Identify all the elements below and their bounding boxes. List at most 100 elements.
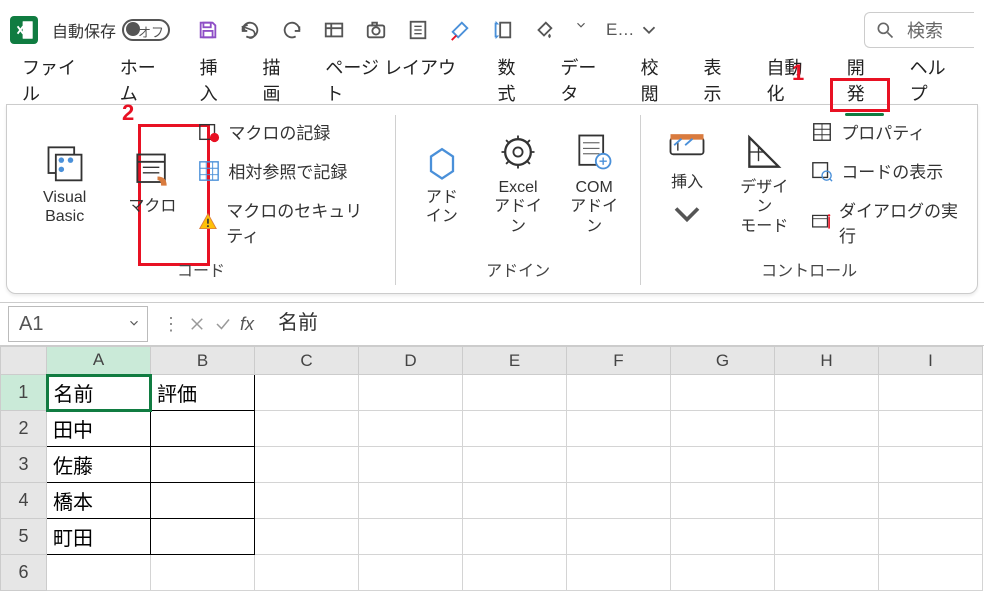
cell[interactable] bbox=[463, 519, 567, 555]
eraser-icon[interactable] bbox=[448, 18, 472, 42]
tab-formulas[interactable]: 数式 bbox=[483, 48, 546, 112]
cell[interactable] bbox=[359, 483, 463, 519]
visual-basic-button[interactable]: Visual Basic bbox=[17, 113, 112, 253]
cell[interactable] bbox=[359, 447, 463, 483]
insert-control-button[interactable]: 挿入 bbox=[651, 113, 723, 253]
cell-B3[interactable] bbox=[151, 447, 255, 483]
row-header[interactable]: 2 bbox=[1, 411, 47, 447]
tab-view[interactable]: 表示 bbox=[690, 48, 753, 112]
cell[interactable] bbox=[671, 555, 775, 591]
col-header[interactable]: B bbox=[151, 347, 255, 375]
select-all-corner[interactable] bbox=[1, 347, 47, 375]
cell[interactable] bbox=[255, 519, 359, 555]
formula-input[interactable]: 名前 bbox=[264, 306, 984, 342]
tab-data[interactable]: データ bbox=[546, 48, 626, 112]
fx-icon[interactable]: fx bbox=[240, 314, 254, 335]
cell[interactable] bbox=[775, 555, 879, 591]
spreadsheet-grid[interactable]: A B C D E F G H I 1 名前 評価 2 田中 3 佐藤 bbox=[0, 346, 984, 591]
cell[interactable] bbox=[671, 519, 775, 555]
view-code-button[interactable]: コードの表示 bbox=[805, 154, 967, 187]
cell-B2[interactable] bbox=[151, 411, 255, 447]
col-header[interactable]: C bbox=[255, 347, 359, 375]
chevron-down-icon[interactable] bbox=[574, 18, 588, 42]
row-header[interactable]: 6 bbox=[1, 555, 47, 591]
cell[interactable] bbox=[359, 519, 463, 555]
cell[interactable] bbox=[671, 411, 775, 447]
cell[interactable] bbox=[255, 447, 359, 483]
cell[interactable] bbox=[671, 483, 775, 519]
cell[interactable] bbox=[359, 555, 463, 591]
camera-icon[interactable] bbox=[364, 18, 388, 42]
cell[interactable] bbox=[255, 411, 359, 447]
tab-file[interactable]: ファイル bbox=[8, 48, 106, 112]
col-header[interactable]: D bbox=[359, 347, 463, 375]
cell-A4[interactable]: 橋本 bbox=[47, 483, 151, 519]
autosave-control[interactable]: 自動保存 オフ bbox=[52, 18, 170, 42]
tab-pagelayout[interactable]: ページ レイアウト bbox=[311, 48, 483, 112]
qat-icon-1[interactable] bbox=[322, 18, 346, 42]
cell-A5[interactable]: 町田 bbox=[47, 519, 151, 555]
tab-help[interactable]: ヘルプ bbox=[896, 48, 976, 112]
chevron-down-icon[interactable] bbox=[127, 313, 141, 336]
cell[interactable] bbox=[567, 375, 671, 411]
cell-B5[interactable] bbox=[151, 519, 255, 555]
cell[interactable] bbox=[567, 555, 671, 591]
cell[interactable] bbox=[879, 483, 983, 519]
row-header[interactable]: 5 bbox=[1, 519, 47, 555]
cell[interactable] bbox=[567, 483, 671, 519]
col-header[interactable]: A bbox=[47, 347, 151, 375]
cell-A3[interactable]: 佐藤 bbox=[47, 447, 151, 483]
cell[interactable] bbox=[463, 483, 567, 519]
col-header[interactable]: H bbox=[775, 347, 879, 375]
cell[interactable] bbox=[151, 555, 255, 591]
cell[interactable] bbox=[775, 411, 879, 447]
record-macro-button[interactable]: マクロの記録 bbox=[192, 115, 385, 148]
cell[interactable] bbox=[47, 555, 151, 591]
cell[interactable] bbox=[879, 447, 983, 483]
col-header[interactable]: I bbox=[879, 347, 983, 375]
tab-review[interactable]: 校閲 bbox=[627, 48, 690, 112]
cell-A1[interactable]: 名前 bbox=[47, 375, 151, 411]
cell-A2[interactable]: 田中 bbox=[47, 411, 151, 447]
macros-button[interactable]: マクロ bbox=[116, 113, 188, 253]
cell[interactable] bbox=[879, 411, 983, 447]
cell[interactable] bbox=[567, 447, 671, 483]
col-header[interactable]: F bbox=[567, 347, 671, 375]
relative-ref-button[interactable]: 相対参照で記録 bbox=[192, 154, 385, 187]
tab-insert[interactable]: 挿入 bbox=[186, 48, 249, 112]
cell[interactable] bbox=[775, 375, 879, 411]
cell[interactable] bbox=[359, 375, 463, 411]
redo-button[interactable] bbox=[280, 18, 304, 42]
cell[interactable] bbox=[463, 447, 567, 483]
row-header[interactable]: 1 bbox=[1, 375, 47, 411]
com-addins-button[interactable]: COM アドイン bbox=[558, 113, 630, 253]
undo-button[interactable] bbox=[238, 18, 262, 42]
addins-button[interactable]: アド イン bbox=[406, 113, 478, 253]
cell[interactable] bbox=[255, 555, 359, 591]
cell[interactable] bbox=[671, 447, 775, 483]
row-header[interactable]: 4 bbox=[1, 483, 47, 519]
cell[interactable] bbox=[879, 519, 983, 555]
cell[interactable] bbox=[463, 375, 567, 411]
qat-e-button[interactable]: E… bbox=[606, 18, 660, 42]
cell[interactable] bbox=[567, 411, 671, 447]
tab-developer[interactable]: 開発 bbox=[833, 48, 896, 112]
cell[interactable] bbox=[775, 483, 879, 519]
tab-draw[interactable]: 描画 bbox=[248, 48, 311, 112]
col-header[interactable]: E bbox=[463, 347, 567, 375]
cell[interactable] bbox=[359, 411, 463, 447]
macro-security-button[interactable]: マクロのセキュリティ bbox=[192, 193, 385, 251]
cell[interactable] bbox=[463, 411, 567, 447]
cell[interactable] bbox=[879, 375, 983, 411]
cell[interactable] bbox=[775, 519, 879, 555]
cell[interactable] bbox=[255, 483, 359, 519]
autosave-toggle[interactable]: オフ bbox=[122, 19, 170, 41]
resize-icon[interactable] bbox=[490, 18, 514, 42]
enter-icon[interactable] bbox=[214, 315, 232, 333]
run-dialog-button[interactable]: ダイアログの実行 bbox=[805, 193, 967, 251]
cell-B4[interactable] bbox=[151, 483, 255, 519]
cell[interactable] bbox=[775, 447, 879, 483]
design-mode-button[interactable]: デザイン モード bbox=[727, 113, 801, 253]
search-box[interactable]: 検索 bbox=[864, 12, 974, 48]
save-button[interactable] bbox=[196, 18, 220, 42]
